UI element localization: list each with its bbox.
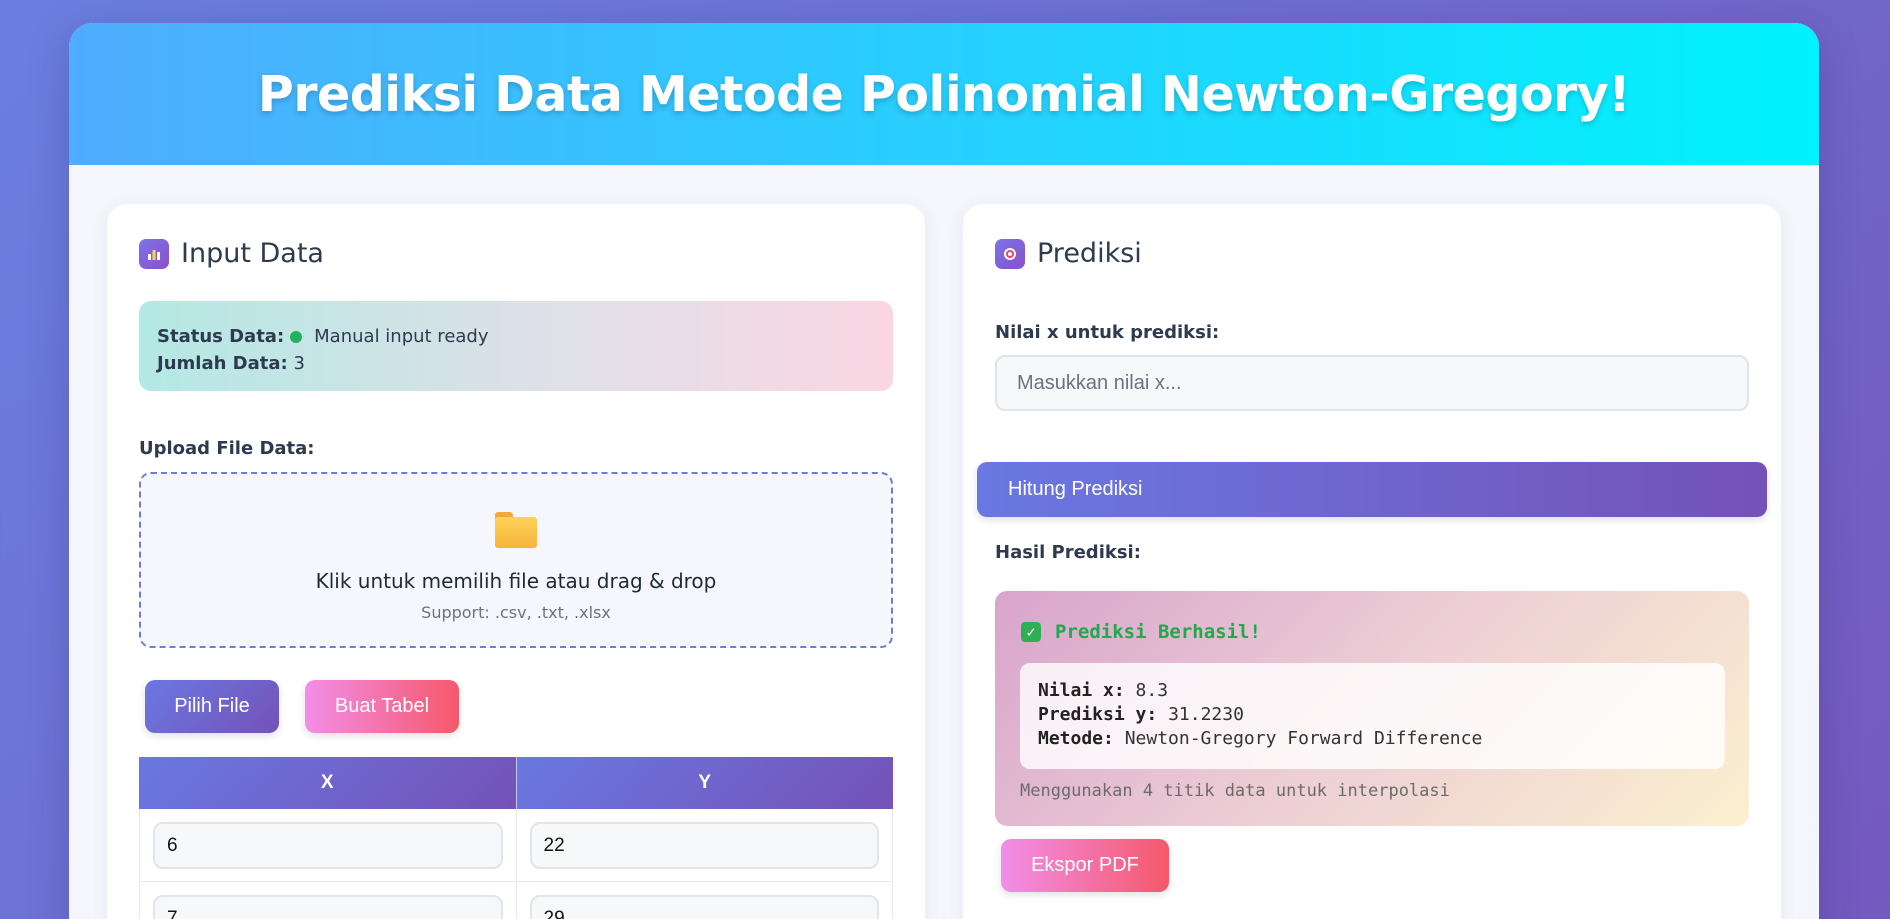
result-label: Hasil Prediksi: — [995, 542, 1141, 563]
metode-value: Newton-Gregory Forward Difference — [1124, 728, 1483, 749]
prediksi-y-line: Prediksi y: 31.2230 — [1038, 703, 1707, 727]
ekspor-pdf-button[interactable]: Ekspor PDF — [1001, 839, 1169, 892]
table-row — [139, 809, 893, 882]
pilih-file-button[interactable]: Pilih File — [145, 680, 279, 733]
status-value: Manual input ready — [314, 326, 489, 347]
y-input[interactable] — [529, 822, 879, 869]
app-window: Prediksi Data Metode Polinomial Newton-G… — [69, 23, 1819, 919]
x-input[interactable] — [153, 822, 503, 869]
prediksi-panel: Prediksi Nilai x untuk prediksi: Hitung … — [963, 204, 1781, 919]
file-dropzone[interactable]: Klik untuk memilih file atau drag & drop… — [139, 472, 893, 648]
prediksi-panel-title: Prediksi — [995, 238, 1142, 269]
folder-icon — [495, 512, 537, 548]
column-header-y: Y — [516, 757, 893, 809]
x-input[interactable] — [153, 895, 503, 919]
metode-label: Metode: — [1038, 728, 1114, 749]
status-card: Status Data: Manual input ready Jumlah Da… — [139, 301, 893, 391]
input-panel-title: Input Data — [139, 238, 324, 269]
status-line: Status Data: Manual input ready — [157, 323, 875, 350]
table-header: X Y — [139, 757, 893, 809]
prediksi-y-label: Prediksi y: — [1038, 704, 1158, 725]
buat-tabel-button[interactable]: Buat Tabel — [305, 680, 459, 733]
hitung-prediksi-button[interactable]: Hitung Prediksi — [977, 462, 1767, 517]
metode-line: Metode: Newton-Gregory Forward Differenc… — [1038, 727, 1707, 751]
input-data-panel: Input Data Status Data: Manual input read… — [107, 204, 925, 919]
dropzone-main-text: Klik untuk memilih file atau drag & drop — [315, 569, 717, 593]
status-label: Status Data: — [157, 326, 285, 347]
check-icon: ✓ — [1021, 622, 1041, 642]
result-header: ✓ Prediksi Berhasil! — [1021, 621, 1261, 643]
header: Prediksi Data Metode Polinomial Newton-G… — [69, 23, 1819, 165]
upload-label: Upload File Data: — [139, 438, 315, 459]
nilai-x-value: 8.3 — [1135, 680, 1169, 701]
input-panel-heading: Input Data — [181, 238, 324, 269]
nilai-x-line: Nilai x: 8.3 — [1038, 679, 1707, 703]
prediksi-y-value: 31.2230 — [1168, 704, 1244, 725]
nilai-x-label: Nilai x: — [1038, 680, 1125, 701]
count-line: Jumlah Data: 3 — [157, 350, 875, 377]
target-icon — [995, 238, 1025, 269]
y-input[interactable] — [529, 895, 879, 919]
x-prediction-input[interactable] — [995, 355, 1749, 411]
column-header-x: X — [139, 757, 517, 809]
dropzone-support-text: Support: .csv, .txt, .xlsx — [421, 603, 611, 622]
page-title: Prediksi Data Metode Polinomial Newton-G… — [257, 65, 1631, 123]
result-note: Menggunakan 4 titik data untuk interpola… — [1020, 781, 1450, 801]
x-prediction-label: Nilai x untuk prediksi: — [995, 322, 1220, 343]
bar-chart-icon — [139, 238, 169, 269]
result-card: ✓ Prediksi Berhasil! Nilai x: 8.3 Predik… — [995, 591, 1749, 826]
result-title: Prediksi Berhasil! — [1055, 621, 1261, 643]
status-dot-icon — [290, 331, 303, 343]
data-table: X Y — [139, 757, 893, 919]
table-row — [139, 882, 893, 919]
count-label: Jumlah Data: — [157, 353, 288, 374]
prediksi-panel-heading: Prediksi — [1037, 238, 1142, 269]
result-details: Nilai x: 8.3 Prediksi y: 31.2230 Metode:… — [1020, 663, 1725, 769]
count-value: 3 — [293, 353, 305, 374]
